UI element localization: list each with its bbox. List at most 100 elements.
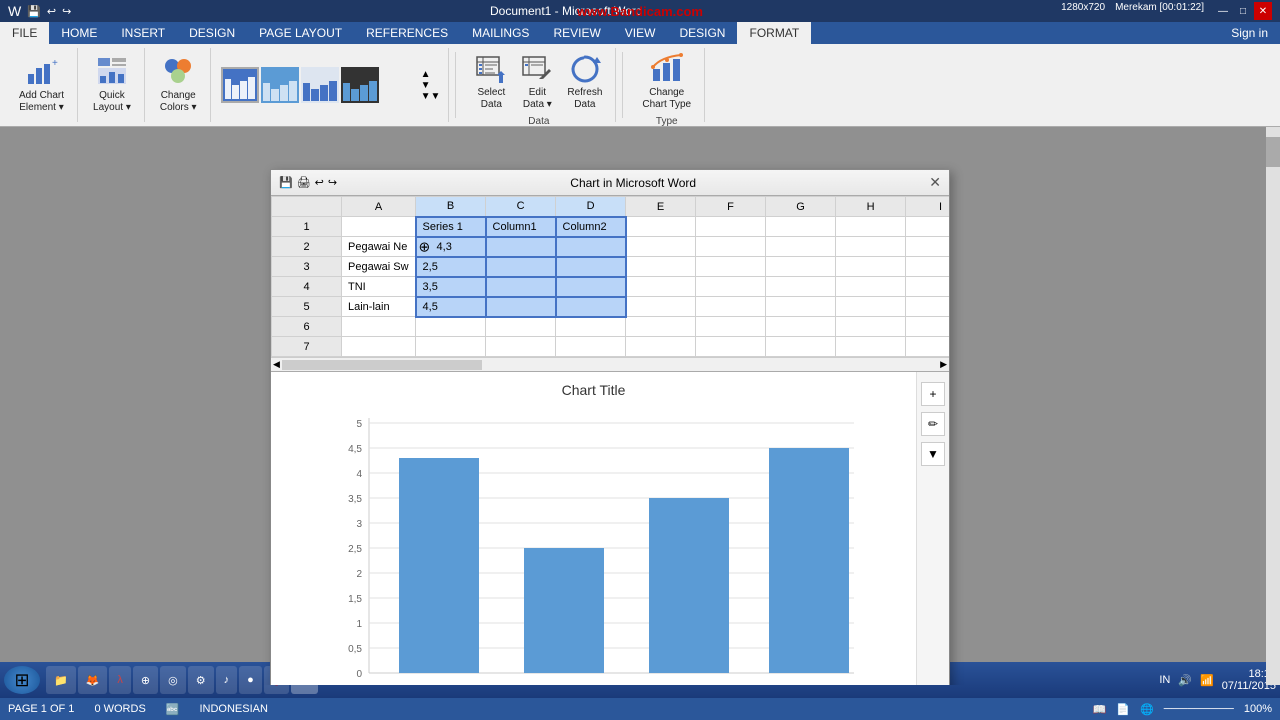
- chart-elements-btn[interactable]: +: [921, 382, 945, 406]
- cell-c5[interactable]: [486, 297, 556, 317]
- sign-in[interactable]: Sign in: [1219, 22, 1280, 44]
- dialog-undo-btn[interactable]: ↩: [315, 176, 324, 189]
- cell-d7[interactable]: [556, 337, 626, 357]
- tab-references[interactable]: REFERENCES: [354, 22, 460, 44]
- cell-d5[interactable]: [556, 297, 626, 317]
- tab-file[interactable]: FILE: [0, 22, 49, 44]
- cell-e2[interactable]: [626, 237, 696, 257]
- cell-c6[interactable]: [486, 317, 556, 337]
- tab-view[interactable]: VIEW: [613, 22, 668, 44]
- cell-b6[interactable]: [416, 317, 486, 337]
- cell-a5[interactable]: Lain-lain: [342, 297, 416, 317]
- cell-i4[interactable]: [906, 277, 949, 297]
- quick-access-undo[interactable]: ↩: [47, 5, 56, 18]
- scrollbar-thumb[interactable]: [1266, 137, 1280, 167]
- tab-home[interactable]: HOME: [49, 22, 109, 44]
- chart-style-2[interactable]: [261, 67, 299, 103]
- cell-i6[interactable]: [906, 317, 949, 337]
- cell-g1[interactable]: [766, 217, 836, 237]
- add-chart-element-btn[interactable]: + Add ChartElement ▾: [14, 53, 69, 117]
- cell-g5[interactable]: [766, 297, 836, 317]
- cell-h7[interactable]: [836, 337, 906, 357]
- tab-review[interactable]: REVIEW: [541, 22, 612, 44]
- status-zoom-level[interactable]: 100%: [1244, 703, 1272, 715]
- taskbar-app6[interactable]: ●: [239, 666, 262, 694]
- cell-a6[interactable]: [342, 317, 416, 337]
- cell-i1[interactable]: [906, 217, 949, 237]
- dialog-close-btn[interactable]: ✕: [929, 174, 941, 191]
- change-chart-type-btn[interactable]: ChangeChart Type: [637, 50, 696, 114]
- cell-f3[interactable]: [696, 257, 766, 277]
- cell-f5[interactable]: [696, 297, 766, 317]
- cell-a4[interactable]: TNI: [342, 277, 416, 297]
- quick-access-redo[interactable]: ↪: [62, 5, 71, 18]
- taskbar-browser[interactable]: 🦊: [78, 666, 108, 694]
- doc-scrollbar[interactable]: [1266, 127, 1280, 685]
- ss-scroll-right[interactable]: ▶: [938, 359, 949, 370]
- chart-styles-btn[interactable]: ✏: [921, 412, 945, 436]
- cell-g7[interactable]: [766, 337, 836, 357]
- cell-i7[interactable]: [906, 337, 949, 357]
- cell-i5[interactable]: [906, 297, 949, 317]
- taskbar-app2[interactable]: ⊕: [133, 666, 158, 694]
- status-web-view[interactable]: 🌐: [1140, 703, 1154, 716]
- maximize-btn[interactable]: □: [1234, 2, 1252, 20]
- cell-g4[interactable]: [766, 277, 836, 297]
- status-read-mode[interactable]: 📖: [1093, 703, 1107, 716]
- cell-b3[interactable]: 2,5: [416, 257, 486, 277]
- cell-f7[interactable]: [696, 337, 766, 357]
- dialog-redo-btn[interactable]: ↪: [328, 176, 337, 189]
- cell-b1[interactable]: Series 1: [416, 217, 486, 237]
- ss-hscroll[interactable]: ◀ ▶: [271, 357, 949, 371]
- taskbar-app1[interactable]: λ: [109, 666, 131, 694]
- cell-d3[interactable]: [556, 257, 626, 277]
- tab-chart-design[interactable]: DESIGN: [667, 22, 737, 44]
- cell-g6[interactable]: [766, 317, 836, 337]
- gallery-down[interactable]: ▼: [421, 80, 441, 91]
- status-print-layout[interactable]: 📄: [1116, 703, 1130, 716]
- refresh-data-btn[interactable]: RefreshData: [562, 50, 607, 114]
- cell-e1[interactable]: [626, 217, 696, 237]
- taskbar-files[interactable]: 📁: [46, 666, 76, 694]
- cell-d6[interactable]: [556, 317, 626, 337]
- tab-design[interactable]: DESIGN: [177, 22, 247, 44]
- cell-b7[interactable]: [416, 337, 486, 357]
- cell-f2[interactable]: [696, 237, 766, 257]
- gallery-up[interactable]: ▲: [421, 69, 441, 80]
- cell-e3[interactable]: [626, 257, 696, 277]
- select-data-btn[interactable]: SelectData: [470, 50, 512, 114]
- cell-c1[interactable]: Column1: [486, 217, 556, 237]
- ss-scroll-left[interactable]: ◀: [271, 359, 282, 370]
- cell-e6[interactable]: [626, 317, 696, 337]
- cell-h6[interactable]: [836, 317, 906, 337]
- cell-e5[interactable]: [626, 297, 696, 317]
- cell-a3[interactable]: Pegawai Sw: [342, 257, 416, 277]
- ss-hscroll-thumb[interactable]: [282, 360, 482, 370]
- dialog-save-btn[interactable]: 💾: [279, 176, 293, 189]
- cell-a2[interactable]: Pegawai Ne: [342, 237, 416, 257]
- cell-h3[interactable]: [836, 257, 906, 277]
- cell-h4[interactable]: [836, 277, 906, 297]
- cell-e4[interactable]: [626, 277, 696, 297]
- tab-mailings[interactable]: MAILINGS: [460, 22, 541, 44]
- status-language[interactable]: INDONESIAN: [199, 703, 267, 715]
- cell-c2[interactable]: [486, 237, 556, 257]
- cell-c3[interactable]: [486, 257, 556, 277]
- close-btn[interactable]: ✕: [1254, 2, 1272, 20]
- cell-g2[interactable]: [766, 237, 836, 257]
- cell-d2[interactable]: [556, 237, 626, 257]
- edit-data-btn[interactable]: EditData ▾: [516, 50, 558, 114]
- status-zoom-slider[interactable]: ─────────: [1164, 703, 1234, 715]
- start-button[interactable]: ⊞: [4, 666, 40, 694]
- chart-style-4[interactable]: [341, 67, 379, 103]
- tab-insert[interactable]: INSERT: [109, 22, 177, 44]
- cell-c7[interactable]: [486, 337, 556, 357]
- cell-f1[interactable]: [696, 217, 766, 237]
- minimize-btn[interactable]: —: [1214, 2, 1232, 20]
- cell-h1[interactable]: [836, 217, 906, 237]
- cell-b4[interactable]: 3,5: [416, 277, 486, 297]
- cell-c4[interactable]: [486, 277, 556, 297]
- cell-d4[interactable]: [556, 277, 626, 297]
- cell-a1[interactable]: [342, 217, 416, 237]
- cell-e7[interactable]: [626, 337, 696, 357]
